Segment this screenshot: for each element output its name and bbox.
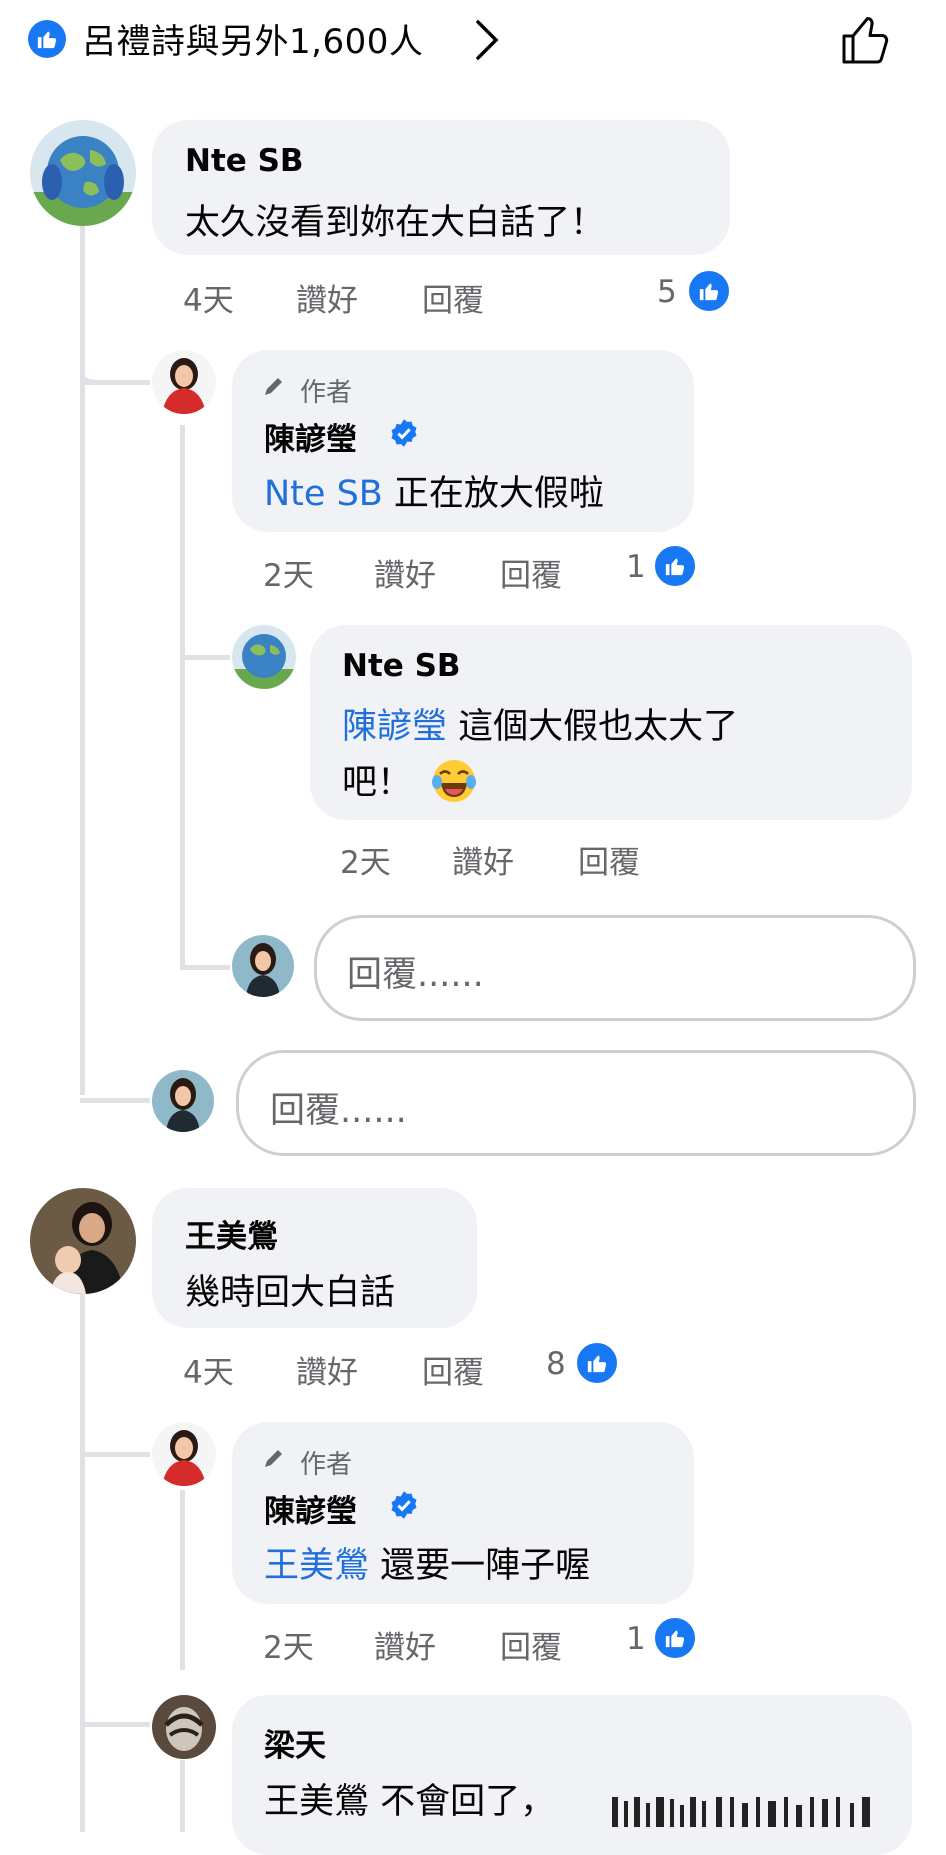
thread-line <box>180 1490 185 1670</box>
mention-link[interactable]: 陳諺瑩 <box>342 707 447 747</box>
reply-button[interactable]: 回覆 <box>422 1347 484 1392</box>
reply-button[interactable]: 回覆 <box>578 837 640 882</box>
comment-author[interactable]: 梁天 <box>264 1720 326 1765</box>
comment-text: 還要一陣子喔 <box>369 1546 591 1586</box>
reply-input-placeholder: 回覆...... <box>347 955 484 995</box>
reply-button[interactable]: 回覆 <box>500 1622 562 1667</box>
reactions-summary[interactable]: 呂禮詩與另外1,600人 <box>82 14 423 63</box>
tears-of-joy-emoji <box>432 760 477 802</box>
verified-badge-icon <box>391 1491 417 1519</box>
thread-connector <box>80 380 150 385</box>
author-badge: 作者 <box>300 1450 353 1480</box>
thread-connector <box>80 1722 150 1727</box>
comment-time: 4天 <box>183 1355 234 1391</box>
thread-connector <box>180 655 230 660</box>
comment-author[interactable]: Nte SB <box>185 143 304 179</box>
avatar[interactable] <box>232 625 296 689</box>
thread-line <box>80 200 85 1095</box>
current-user-avatar <box>232 935 294 997</box>
reply-button[interactable]: 回覆 <box>422 275 484 320</box>
avatar[interactable] <box>152 1422 216 1486</box>
comment-time: 2天 <box>263 558 314 594</box>
comment-text: 幾時回大白話 <box>185 1273 396 1313</box>
reaction-count: 1 <box>626 1621 646 1657</box>
avatar[interactable] <box>152 1695 216 1759</box>
comment-author[interactable]: Nte SB <box>342 648 461 684</box>
thumbs-up-icon[interactable] <box>686 268 732 314</box>
reaction-count: 5 <box>657 274 677 310</box>
thread-connector <box>80 340 150 385</box>
thumbs-up-icon[interactable] <box>652 1615 698 1661</box>
pencil-icon <box>265 1450 282 1467</box>
comment-time: 2天 <box>263 1630 314 1666</box>
comment-text: 這個大假也太大了 <box>447 707 739 747</box>
comment-time: 2天 <box>340 845 391 881</box>
pencil-icon <box>265 378 282 395</box>
thread-connector <box>180 965 230 970</box>
author-badge: 作者 <box>300 378 353 408</box>
like-button[interactable]: 讚好 <box>374 550 436 595</box>
avatar[interactable] <box>152 350 216 414</box>
chevron-right-icon[interactable] <box>474 18 500 62</box>
reply-button[interactable]: 回覆 <box>500 550 562 595</box>
like-button[interactable]: 讚好 <box>296 275 358 320</box>
comment-text: 王美鶯 不會回了， <box>264 1782 556 1822</box>
comment-time: 4天 <box>183 283 234 319</box>
mention-link[interactable]: Nte SB <box>264 474 383 514</box>
like-button[interactable]: 讚好 <box>296 1347 358 1392</box>
thread-connector <box>80 1098 150 1103</box>
verified-badge-icon <box>391 419 417 447</box>
comment-author[interactable]: 陳諺瑩 <box>264 1486 357 1531</box>
reactions-header[interactable]: 呂禮詩與另外1,600人 <box>0 0 946 80</box>
thumbs-up-icon[interactable] <box>574 1340 620 1386</box>
comment-author[interactable]: 王美鶯 <box>185 1211 278 1256</box>
like-outline-icon[interactable] <box>838 12 894 68</box>
thread-connector <box>80 1452 150 1457</box>
avatar[interactable] <box>30 120 136 226</box>
thumbs-up-icon <box>28 20 66 58</box>
like-button[interactable]: 讚好 <box>374 1622 436 1667</box>
current-user-avatar <box>152 1070 214 1132</box>
comment-text: 太久沒看到妳在大白話了！ <box>185 203 606 243</box>
mention-link[interactable]: 王美鶯 <box>264 1546 369 1586</box>
reaction-count: 1 <box>626 549 646 585</box>
like-button[interactable]: 讚好 <box>452 837 514 882</box>
thumbs-up-icon[interactable] <box>652 543 698 589</box>
avatar[interactable] <box>30 1188 136 1294</box>
thread-line <box>180 1760 185 1832</box>
reply-input-placeholder: 回覆...... <box>270 1091 407 1131</box>
reaction-count: 8 <box>546 1346 566 1382</box>
comment-text: 正在放大假啦 <box>382 474 604 514</box>
thread-line <box>180 425 185 965</box>
watermark-logo <box>612 1797 870 1827</box>
comment-text: 吧！ <box>342 763 413 803</box>
thread-line <box>80 1290 85 1832</box>
comment-author[interactable]: 陳諺瑩 <box>264 414 357 459</box>
